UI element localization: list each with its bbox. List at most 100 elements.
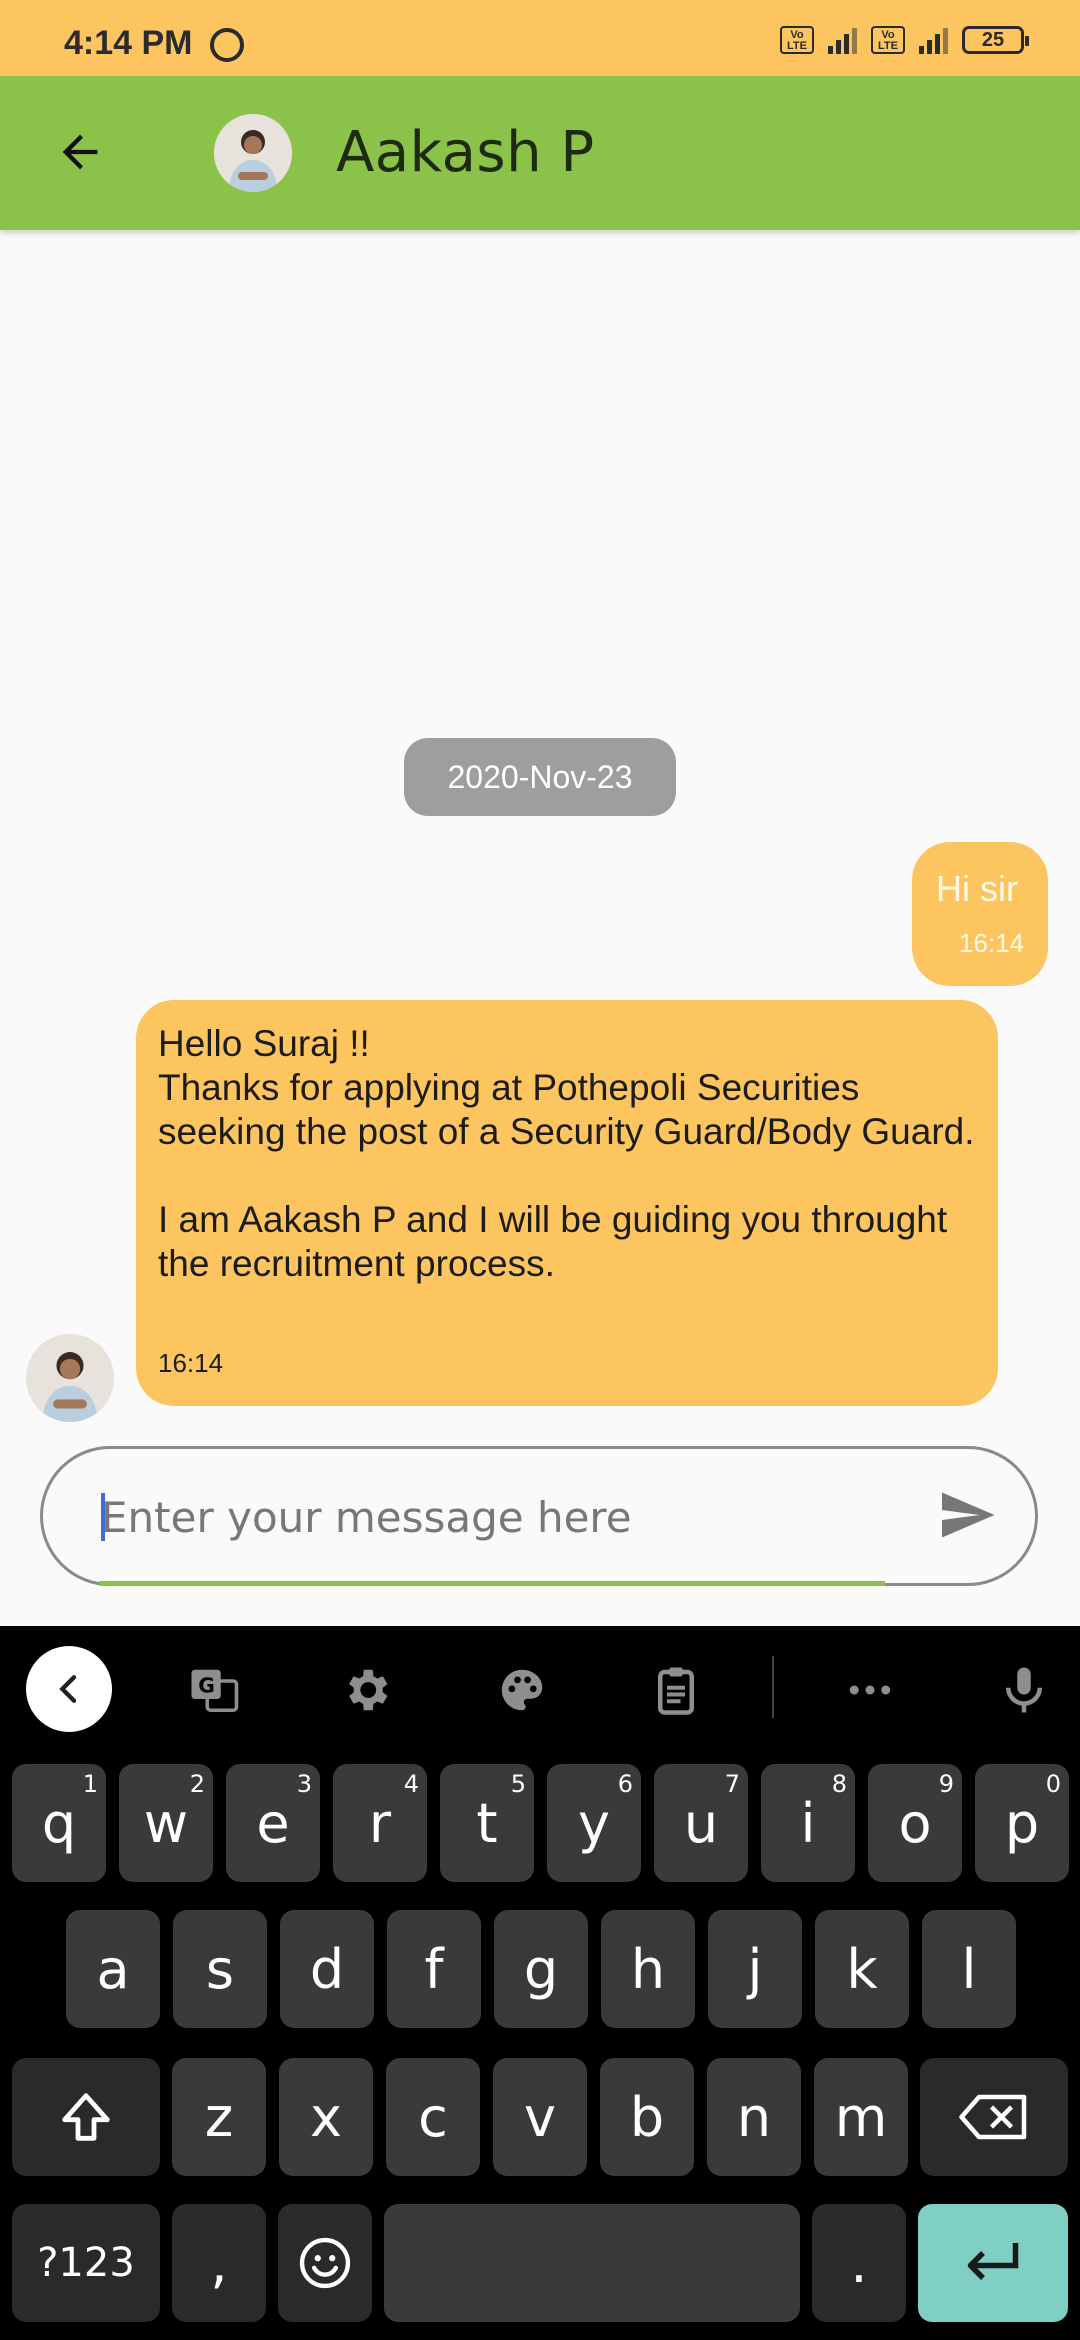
key-h[interactable]: h [601, 1910, 695, 2028]
key-u[interactable]: u7 [654, 1764, 748, 1882]
chevron-left-icon [59, 1675, 77, 1703]
key-t[interactable]: t5 [440, 1764, 534, 1882]
emoji-key[interactable] [278, 2204, 372, 2322]
more-options-button[interactable] [840, 1660, 900, 1720]
key-e[interactable]: e3 [226, 1764, 320, 1882]
space-key[interactable] [384, 2204, 800, 2322]
key-n[interactable]: n [707, 2058, 801, 2176]
theme-button[interactable] [492, 1660, 552, 1720]
keyboard: G q 1 w 2 e 3 r 4 t 5 y 6 u 7 i 8 o 9 p … [0, 1626, 1080, 2340]
key-hint: 9 [938, 1770, 954, 1798]
key-label: t [476, 1791, 498, 1855]
key-d[interactable]: d [280, 1910, 374, 2028]
settings-button[interactable] [336, 1660, 396, 1720]
input-underline [99, 1581, 885, 1586]
key-j[interactable]: j [708, 1910, 802, 2028]
clipboard-icon [658, 1667, 694, 1715]
key-w[interactable]: w2 [119, 1764, 213, 1882]
key-label: w [143, 1791, 189, 1855]
signal-4g-icon [919, 26, 948, 54]
period-key[interactable]: . [812, 2204, 906, 2322]
whatsapp-icon [210, 28, 244, 62]
voice-input-button[interactable] [994, 1660, 1054, 1720]
sender-avatar[interactable] [26, 1334, 114, 1422]
person-photo-icon [26, 1334, 114, 1422]
key-label: u [683, 1791, 719, 1855]
key-hint: 0 [1045, 1770, 1061, 1798]
gear-icon [349, 1669, 388, 1711]
emoji-icon [299, 2237, 351, 2289]
text-cursor [101, 1493, 105, 1541]
key-z[interactable]: z [172, 2058, 266, 2176]
comma-key[interactable]: , [172, 2204, 266, 2322]
enter-key[interactable] [918, 2204, 1068, 2322]
status-time: 4:14 PM [64, 24, 193, 62]
key-label: i [800, 1791, 816, 1855]
keyboard-toolbar: G [0, 1626, 1080, 1750]
incoming-message-bubble[interactable]: Hello Suraj !! Thanks for applying at Po… [136, 1000, 998, 1406]
outgoing-message-bubble[interactable]: Hi sir 16:14 [912, 842, 1048, 986]
key-a[interactable]: a [66, 1910, 160, 2028]
key-p[interactable]: p0 [975, 1764, 1069, 1882]
volte-icon: Vo LTE [780, 26, 814, 54]
key-k[interactable]: k [815, 1910, 909, 2028]
key-hint: 4 [403, 1770, 419, 1798]
key-m[interactable]: m [814, 2058, 908, 2176]
key-l[interactable]: l [922, 1910, 1016, 2028]
key-label: r [368, 1791, 392, 1855]
microphone-icon [1006, 1667, 1042, 1713]
backspace-icon [959, 2094, 1027, 2140]
shift-icon [62, 2093, 110, 2141]
key-hint: 7 [724, 1770, 740, 1798]
key-o[interactable]: o9 [868, 1764, 962, 1882]
keyboard-collapse-button[interactable] [26, 1646, 112, 1732]
key-q[interactable]: q1 [12, 1764, 106, 1882]
status-bar: 4:14 PM Vo LTE Vo LTE 25 [0, 0, 1080, 76]
enter-icon [967, 2243, 1019, 2280]
key-i[interactable]: i8 [761, 1764, 855, 1882]
backspace-key[interactable] [920, 2058, 1068, 2176]
shift-key[interactable] [12, 2058, 160, 2176]
key-b[interactable]: b [600, 2058, 694, 2176]
volte-icon-2: Vo LTE [871, 26, 905, 54]
key-g[interactable]: g [494, 1910, 588, 2028]
arrow-left-icon [62, 134, 98, 170]
back-button[interactable] [40, 112, 120, 192]
key-label: p [1004, 1791, 1040, 1855]
key-hint: 6 [617, 1770, 633, 1798]
send-button[interactable] [935, 1485, 1005, 1549]
key-y[interactable]: y6 [547, 1764, 641, 1882]
chat-title: Aakash P [336, 120, 595, 185]
translate-icon: G [191, 1669, 239, 1713]
message-input[interactable] [101, 1477, 921, 1557]
svg-text:G: G [198, 1673, 215, 1697]
key-c[interactable]: c [386, 2058, 480, 2176]
key-f[interactable]: f [387, 1910, 481, 2028]
symbols-key[interactable]: ?123 [12, 2204, 160, 2322]
battery-indicator: 25 [962, 26, 1029, 54]
palette-icon [501, 1669, 543, 1711]
message-time: 16:14 [158, 1348, 224, 1378]
signal-icon [828, 26, 857, 54]
key-hint: 2 [189, 1770, 205, 1798]
translate-button[interactable]: G [184, 1660, 244, 1720]
message-text: Hi sir [936, 868, 1018, 909]
clipboard-button[interactable] [646, 1660, 706, 1720]
status-icons: Vo LTE Vo LTE 25 [780, 26, 1029, 54]
key-r[interactable]: r4 [333, 1764, 427, 1882]
key-hint: 5 [510, 1770, 526, 1798]
more-horizontal-icon [849, 1685, 891, 1695]
message-composer [40, 1446, 1038, 1586]
key-label: o [898, 1791, 932, 1855]
key-hint: 1 [82, 1770, 98, 1798]
person-photo-icon [214, 114, 292, 192]
key-v[interactable]: v [493, 2058, 587, 2176]
key-x[interactable]: x [279, 2058, 373, 2176]
avatar[interactable] [214, 114, 292, 192]
send-icon [942, 1492, 995, 1538]
message-text: Hello Suraj !! Thanks for applying at Po… [158, 1023, 975, 1284]
key-s[interactable]: s [173, 1910, 267, 2028]
key-hint: 8 [831, 1770, 847, 1798]
key-label: q [41, 1791, 77, 1855]
message-time: 16:14 [958, 928, 1024, 958]
